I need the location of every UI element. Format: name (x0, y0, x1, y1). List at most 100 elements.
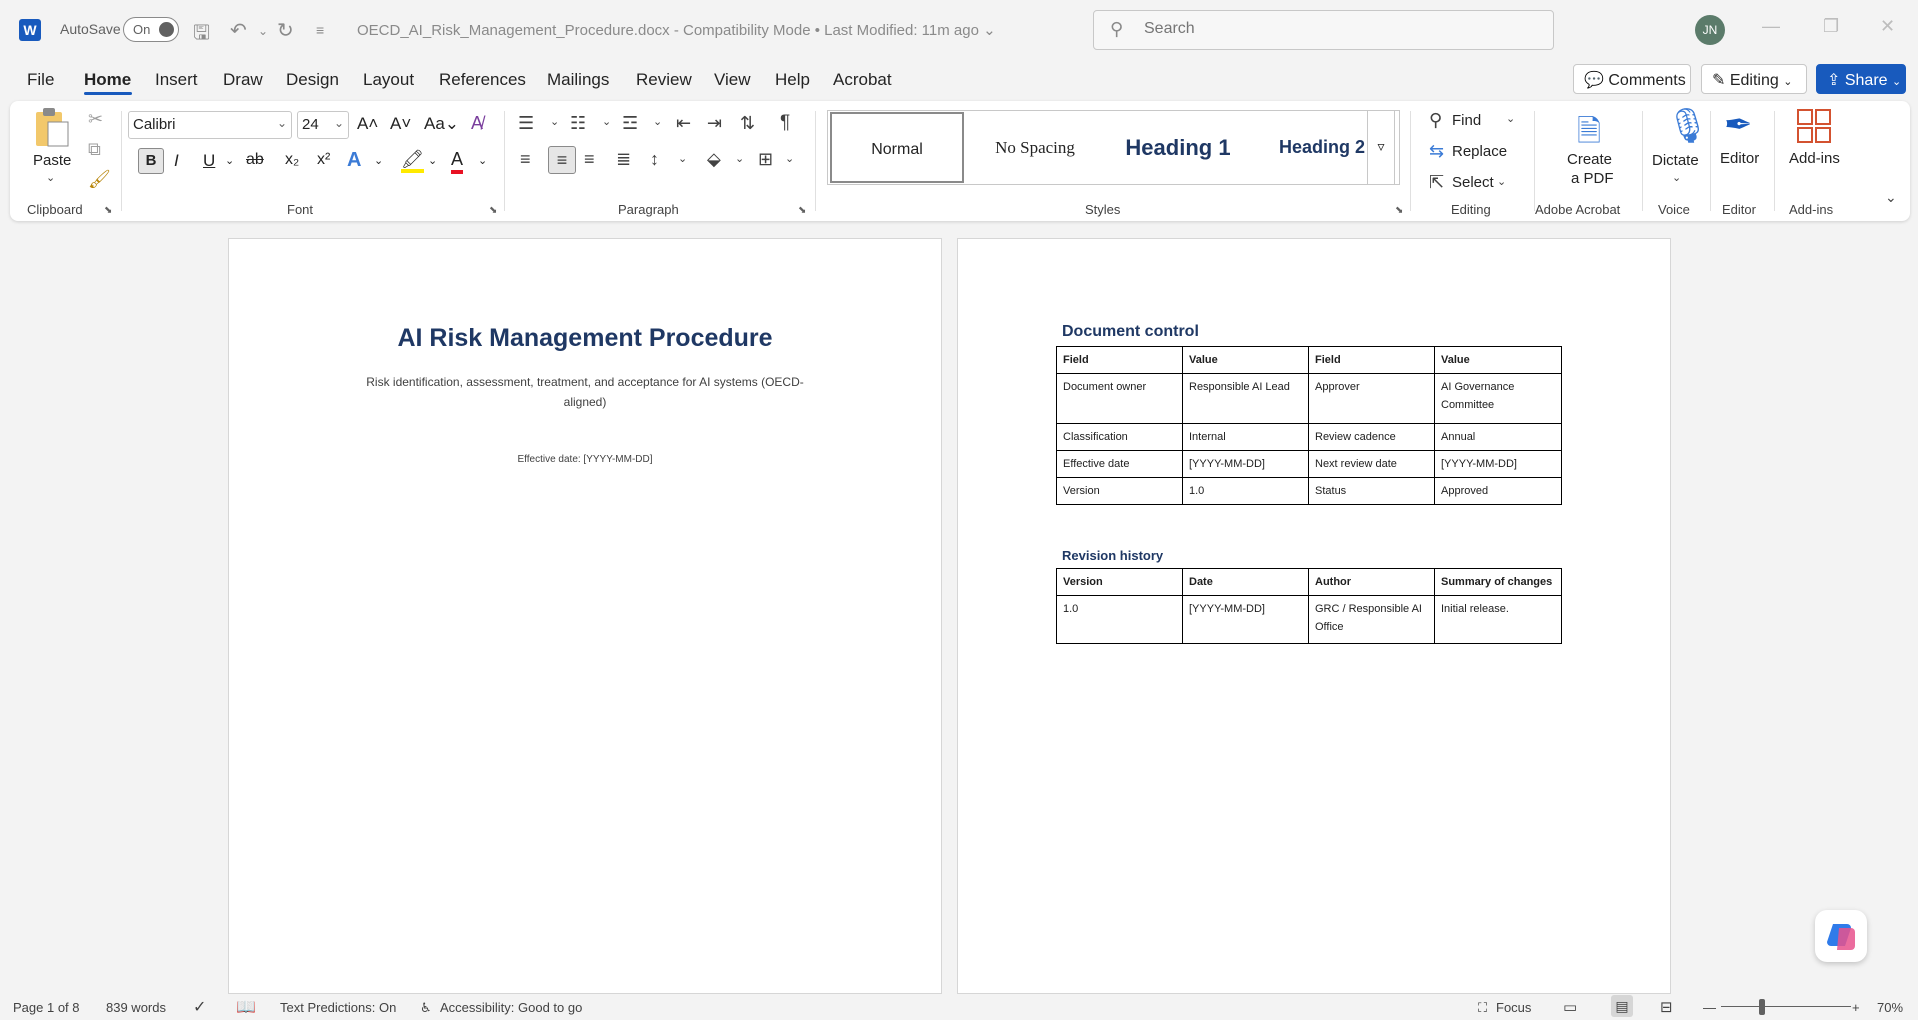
collapse-ribbon-icon[interactable]: ⌄ (1885, 189, 1897, 206)
shrink-font-icon[interactable]: A˅ (390, 114, 411, 134)
replace-icon[interactable]: ⇆ (1429, 141, 1444, 162)
dictate-dropdown-icon[interactable]: ⌄ (1672, 171, 1681, 184)
font-color-dropdown-icon[interactable]: ⌄ (478, 154, 487, 167)
tab-mailings[interactable]: Mailings (547, 70, 609, 90)
find-dropdown-icon[interactable]: ⌄ (1506, 112, 1515, 125)
underline-dropdown-icon[interactable]: ⌄ (225, 154, 234, 167)
close-icon[interactable]: ✕ (1880, 16, 1895, 37)
shading-dropdown-icon[interactable]: ⌄ (735, 152, 744, 165)
change-case-icon[interactable]: Aa⌄ (424, 114, 459, 134)
tab-view[interactable]: View (714, 70, 751, 90)
style-normal[interactable]: Normal (830, 112, 964, 183)
focus-icon[interactable]: ⛶ (1478, 1000, 1487, 1016)
bullets-dropdown-icon[interactable]: ⌄ (550, 115, 559, 128)
restore-icon[interactable]: ❐ (1823, 16, 1839, 37)
copy-icon[interactable]: ⧉ (88, 139, 101, 160)
word-count[interactable]: 839 words (106, 1000, 166, 1015)
font-color-icon[interactable]: A (451, 148, 464, 174)
document-page-1[interactable]: AI Risk Management Procedure Risk identi… (228, 238, 942, 994)
cut-icon[interactable]: ✂ (88, 109, 103, 130)
sort-icon[interactable]: ⇅ (740, 113, 755, 134)
italic-button[interactable]: I (174, 151, 179, 171)
undo-icon[interactable]: ↶ (230, 18, 247, 43)
redo-icon[interactable]: ↻ (277, 18, 294, 43)
copilot-button[interactable] (1815, 910, 1867, 962)
find-icon[interactable]: ⚲ (1429, 110, 1442, 131)
editor-icon[interactable]: ✒ (1724, 105, 1753, 145)
decrease-indent-icon[interactable]: ⇤ (676, 113, 691, 134)
find-button[interactable]: Find (1452, 112, 1481, 129)
text-predictions[interactable]: Text Predictions: On (280, 1000, 396, 1015)
accessibility-status[interactable]: Accessibility: Good to go (440, 1000, 582, 1015)
style-heading-1[interactable]: Heading 1 (1108, 112, 1248, 183)
document-title[interactable]: OECD_AI_Risk_Management_Procedure.docx -… (357, 21, 996, 39)
customize-toolbar-icon[interactable]: ≡ (316, 22, 324, 38)
borders-dropdown-icon[interactable]: ⌄ (785, 152, 794, 165)
search-box[interactable]: ⚲ (1093, 10, 1554, 50)
web-layout-icon[interactable]: ⊟ (1660, 998, 1673, 1016)
numbering-dropdown-icon[interactable]: ⌄ (602, 115, 611, 128)
align-right-icon[interactable]: ≡ (584, 149, 595, 170)
font-family-combo[interactable]: Calibri ⌄ (128, 111, 292, 139)
align-center-icon[interactable]: ≡ (548, 146, 576, 174)
add-ins-icon[interactable] (1796, 108, 1832, 148)
search-input[interactable] (1144, 20, 1524, 38)
tab-references[interactable]: References (439, 70, 526, 90)
underline-button[interactable]: U (203, 151, 215, 171)
create-pdf-line1[interactable]: Create (1567, 151, 1612, 168)
borders-icon[interactable]: ⊞ (758, 149, 773, 170)
text-effects-icon[interactable]: A (347, 149, 361, 172)
save-icon[interactable]: 🖫 (193, 18, 210, 52)
select-dropdown-icon[interactable]: ⌄ (1497, 175, 1506, 188)
bullets-icon[interactable]: ☰ (518, 113, 534, 134)
highlight-icon[interactable]: 🖍 (401, 149, 424, 173)
dictate-button[interactable]: Dictate (1652, 152, 1699, 169)
align-left-icon[interactable]: ≡ (520, 149, 531, 170)
zoom-slider[interactable] (1721, 1006, 1851, 1007)
tab-acrobat[interactable]: Acrobat (833, 70, 892, 90)
tab-draw[interactable]: Draw (223, 70, 263, 90)
editor-button[interactable]: Editor (1720, 150, 1759, 167)
text-effects-dropdown-icon[interactable]: ⌄ (374, 154, 383, 167)
document-page-2[interactable]: Document control Field Value Field Value… (957, 238, 1671, 994)
paste-button[interactable] (32, 106, 70, 147)
multilevel-list-icon[interactable]: ☲ (622, 113, 638, 134)
multilevel-dropdown-icon[interactable]: ⌄ (653, 115, 662, 128)
tab-design[interactable]: Design (286, 70, 339, 90)
style-no-spacing[interactable]: No Spacing (968, 112, 1102, 183)
tab-layout[interactable]: Layout (363, 70, 414, 90)
paste-dropdown-icon[interactable]: ⌄ (46, 171, 55, 184)
undo-dropdown-icon[interactable]: ⌄ (258, 24, 268, 38)
subscript-button[interactable]: x₂ (285, 151, 299, 169)
zoom-out-icon[interactable]: — (1703, 1000, 1716, 1015)
read-aloud-icon[interactable]: 📖 (236, 997, 256, 1017)
highlight-dropdown-icon[interactable]: ⌄ (428, 154, 437, 167)
styles-launcher-icon[interactable]: ⬊ (1395, 205, 1403, 216)
select-button[interactable]: Select (1452, 174, 1494, 191)
microphone-icon[interactable]: 🎙 (1666, 106, 1709, 146)
comments-button[interactable]: 💬 Comments (1573, 64, 1691, 94)
tab-file[interactable]: File (27, 70, 54, 90)
autosave-toggle[interactable]: On (123, 17, 179, 42)
editing-mode-button[interactable]: ✎ Editing ⌄ (1701, 64, 1807, 94)
share-button[interactable]: ⇪ Share ⌄ (1816, 64, 1906, 94)
superscript-button[interactable]: x² (317, 151, 330, 169)
page-count[interactable]: Page 1 of 8 (13, 1000, 80, 1015)
line-spacing-icon[interactable]: ↕ (650, 149, 659, 170)
tab-review[interactable]: Review (636, 70, 692, 90)
paragraph-launcher-icon[interactable]: ⬊ (798, 205, 806, 216)
select-icon[interactable]: ⇱ (1429, 172, 1444, 193)
numbering-icon[interactable]: ☷ (570, 113, 586, 134)
replace-button[interactable]: Replace (1452, 143, 1507, 160)
font-launcher-icon[interactable]: ⬊ (489, 205, 497, 216)
create-pdf-line2[interactable]: a PDF (1571, 170, 1614, 187)
show-formatting-icon[interactable]: ¶ (780, 112, 790, 134)
line-spacing-dropdown-icon[interactable]: ⌄ (678, 152, 687, 165)
clear-formatting-icon[interactable]: A̸ (471, 113, 483, 134)
avatar[interactable]: JN (1695, 15, 1725, 45)
zoom-in-icon[interactable]: + (1852, 1000, 1860, 1015)
add-ins-button[interactable]: Add-ins (1789, 150, 1840, 167)
read-mode-icon[interactable]: ▭ (1563, 998, 1577, 1016)
zoom-slider-thumb[interactable] (1759, 999, 1765, 1015)
bold-button[interactable]: B (138, 148, 164, 174)
